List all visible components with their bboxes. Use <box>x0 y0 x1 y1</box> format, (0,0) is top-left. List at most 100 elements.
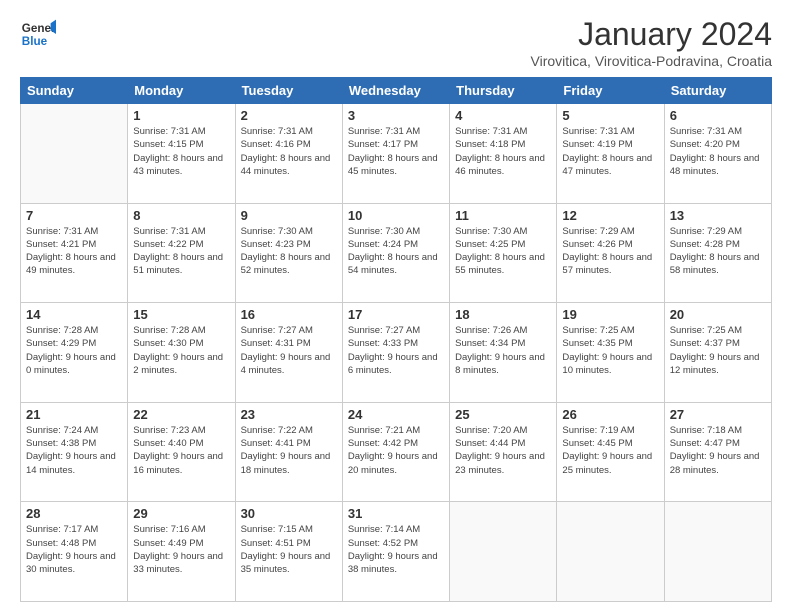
day-info: Sunrise: 7:18 AMSunset: 4:47 PMDaylight:… <box>670 424 766 477</box>
day-info: Sunrise: 7:30 AMSunset: 4:23 PMDaylight:… <box>241 225 337 278</box>
day-info: Sunrise: 7:16 AMSunset: 4:49 PMDaylight:… <box>133 523 229 576</box>
table-row: 10Sunrise: 7:30 AMSunset: 4:24 PMDayligh… <box>342 203 449 303</box>
table-row: 1Sunrise: 7:31 AMSunset: 4:15 PMDaylight… <box>128 104 235 204</box>
table-row: 18 Sunrise: 7:26 AMSunset: 4:34 PMDayligh… <box>450 303 557 403</box>
table-row: 21 Sunrise: 7:24 AMSunset: 4:38 PMDayligh… <box>21 402 128 502</box>
table-row <box>664 502 771 602</box>
col-friday: Friday <box>557 78 664 104</box>
day-info: Sunrise: 7:22 AMSunset: 4:41 PMDaylight:… <box>241 424 337 477</box>
day-info: Sunrise: 7:14 AMSunset: 4:52 PMDaylight:… <box>348 523 444 576</box>
day-info: Sunrise: 7:25 AMSunset: 4:35 PMDaylight:… <box>562 324 658 377</box>
day-number: 6 <box>670 108 766 123</box>
day-info: Sunrise: 7:31 AMSunset: 4:18 PMDaylight:… <box>455 125 551 178</box>
day-number: 16 <box>241 307 337 322</box>
day-info: Sunrise: 7:19 AMSunset: 4:45 PMDaylight:… <box>562 424 658 477</box>
day-number: 1 <box>133 108 229 123</box>
table-row: 2 Sunrise: 7:31 AMSunset: 4:16 PMDaylight… <box>235 104 342 204</box>
table-row: 12 Sunrise: 7:29 AMSunset: 4:26 PMDayligh… <box>557 203 664 303</box>
day-number: 18 <box>455 307 551 322</box>
day-number: 5 <box>562 108 658 123</box>
col-thursday: Thursday <box>450 78 557 104</box>
day-info: Sunrise: 7:29 AMSunset: 4:26 PMDaylight:… <box>562 225 658 278</box>
calendar-week-row: 7 Sunrise: 7:31 AMSunset: 4:21 PMDaylight… <box>21 203 772 303</box>
day-number: 8 <box>133 208 229 223</box>
day-info: Sunrise: 7:31 AMSunset: 4:16 PMDaylight:… <box>241 125 337 178</box>
table-row: 27 Sunrise: 7:18 AMSunset: 4:47 PMDayligh… <box>664 402 771 502</box>
day-info: Sunrise: 7:15 AMSunset: 4:51 PMDaylight:… <box>241 523 337 576</box>
table-row: 30Sunrise: 7:15 AMSunset: 4:51 PMDayligh… <box>235 502 342 602</box>
col-tuesday: Tuesday <box>235 78 342 104</box>
day-number: 13 <box>670 208 766 223</box>
table-row: 28Sunrise: 7:17 AMSunset: 4:48 PMDayligh… <box>21 502 128 602</box>
main-title: January 2024 <box>531 16 772 53</box>
table-row: 22Sunrise: 7:23 AMSunset: 4:40 PMDayligh… <box>128 402 235 502</box>
calendar: Sunday Monday Tuesday Wednesday Thursday… <box>20 77 772 602</box>
calendar-week-row: 14 Sunrise: 7:28 AMSunset: 4:29 PMDayligh… <box>21 303 772 403</box>
table-row <box>450 502 557 602</box>
day-info: Sunrise: 7:28 AMSunset: 4:29 PMDaylight:… <box>26 324 122 377</box>
day-number: 14 <box>26 307 122 322</box>
day-info: Sunrise: 7:25 AMSunset: 4:37 PMDaylight:… <box>670 324 766 377</box>
day-number: 15 <box>133 307 229 322</box>
col-sunday: Sunday <box>21 78 128 104</box>
table-row: 15Sunrise: 7:28 AMSunset: 4:30 PMDayligh… <box>128 303 235 403</box>
table-row: 6 Sunrise: 7:31 AMSunset: 4:20 PMDaylight… <box>664 104 771 204</box>
table-row <box>21 104 128 204</box>
calendar-week-row: 1Sunrise: 7:31 AMSunset: 4:15 PMDaylight… <box>21 104 772 204</box>
table-row: 5 Sunrise: 7:31 AMSunset: 4:19 PMDaylight… <box>557 104 664 204</box>
day-number: 31 <box>348 506 444 521</box>
day-info: Sunrise: 7:20 AMSunset: 4:44 PMDaylight:… <box>455 424 551 477</box>
day-info: Sunrise: 7:31 AMSunset: 4:19 PMDaylight:… <box>562 125 658 178</box>
logo-icon: General Blue <box>20 16 56 52</box>
day-info: Sunrise: 7:24 AMSunset: 4:38 PMDaylight:… <box>26 424 122 477</box>
table-row: 26 Sunrise: 7:19 AMSunset: 4:45 PMDayligh… <box>557 402 664 502</box>
table-row: 19 Sunrise: 7:25 AMSunset: 4:35 PMDayligh… <box>557 303 664 403</box>
day-number: 20 <box>670 307 766 322</box>
table-row: 25Sunrise: 7:20 AMSunset: 4:44 PMDayligh… <box>450 402 557 502</box>
day-info: Sunrise: 7:30 AMSunset: 4:25 PMDaylight:… <box>455 225 551 278</box>
table-row: 3 Sunrise: 7:31 AMSunset: 4:17 PMDaylight… <box>342 104 449 204</box>
day-number: 11 <box>455 208 551 223</box>
header: General Blue January 2024 Virovitica, Vi… <box>20 16 772 69</box>
calendar-header-row: Sunday Monday Tuesday Wednesday Thursday… <box>21 78 772 104</box>
calendar-week-row: 28Sunrise: 7:17 AMSunset: 4:48 PMDayligh… <box>21 502 772 602</box>
title-block: January 2024 Virovitica, Virovitica-Podr… <box>531 16 772 69</box>
day-info: Sunrise: 7:29 AMSunset: 4:28 PMDaylight:… <box>670 225 766 278</box>
table-row: 9 Sunrise: 7:30 AMSunset: 4:23 PMDaylight… <box>235 203 342 303</box>
day-number: 27 <box>670 407 766 422</box>
table-row <box>557 502 664 602</box>
day-number: 26 <box>562 407 658 422</box>
table-row: 4Sunrise: 7:31 AMSunset: 4:18 PMDaylight… <box>450 104 557 204</box>
day-number: 7 <box>26 208 122 223</box>
day-number: 3 <box>348 108 444 123</box>
day-info: Sunrise: 7:21 AMSunset: 4:42 PMDaylight:… <box>348 424 444 477</box>
day-number: 22 <box>133 407 229 422</box>
day-info: Sunrise: 7:31 AMSunset: 4:17 PMDaylight:… <box>348 125 444 178</box>
day-number: 19 <box>562 307 658 322</box>
table-row: 20 Sunrise: 7:25 AMSunset: 4:37 PMDayligh… <box>664 303 771 403</box>
day-info: Sunrise: 7:31 AMSunset: 4:21 PMDaylight:… <box>26 225 122 278</box>
day-number: 28 <box>26 506 122 521</box>
table-row: 31 Sunrise: 7:14 AMSunset: 4:52 PMDayligh… <box>342 502 449 602</box>
col-monday: Monday <box>128 78 235 104</box>
day-number: 24 <box>348 407 444 422</box>
day-info: Sunrise: 7:31 AMSunset: 4:20 PMDaylight:… <box>670 125 766 178</box>
day-number: 9 <box>241 208 337 223</box>
col-saturday: Saturday <box>664 78 771 104</box>
table-row: 23Sunrise: 7:22 AMSunset: 4:41 PMDayligh… <box>235 402 342 502</box>
day-info: Sunrise: 7:27 AMSunset: 4:33 PMDaylight:… <box>348 324 444 377</box>
page: General Blue January 2024 Virovitica, Vi… <box>0 0 792 612</box>
day-number: 17 <box>348 307 444 322</box>
table-row: 13 Sunrise: 7:29 AMSunset: 4:28 PMDayligh… <box>664 203 771 303</box>
subtitle: Virovitica, Virovitica-Podravina, Croati… <box>531 53 772 69</box>
day-number: 21 <box>26 407 122 422</box>
day-number: 12 <box>562 208 658 223</box>
day-info: Sunrise: 7:26 AMSunset: 4:34 PMDaylight:… <box>455 324 551 377</box>
table-row: 24 Sunrise: 7:21 AMSunset: 4:42 PMDayligh… <box>342 402 449 502</box>
day-info: Sunrise: 7:30 AMSunset: 4:24 PMDaylight:… <box>348 225 444 278</box>
table-row: 14 Sunrise: 7:28 AMSunset: 4:29 PMDayligh… <box>21 303 128 403</box>
logo: General Blue <box>20 16 56 52</box>
svg-text:Blue: Blue <box>22 35 48 48</box>
table-row: 11 Sunrise: 7:30 AMSunset: 4:25 PMDayligh… <box>450 203 557 303</box>
day-number: 2 <box>241 108 337 123</box>
